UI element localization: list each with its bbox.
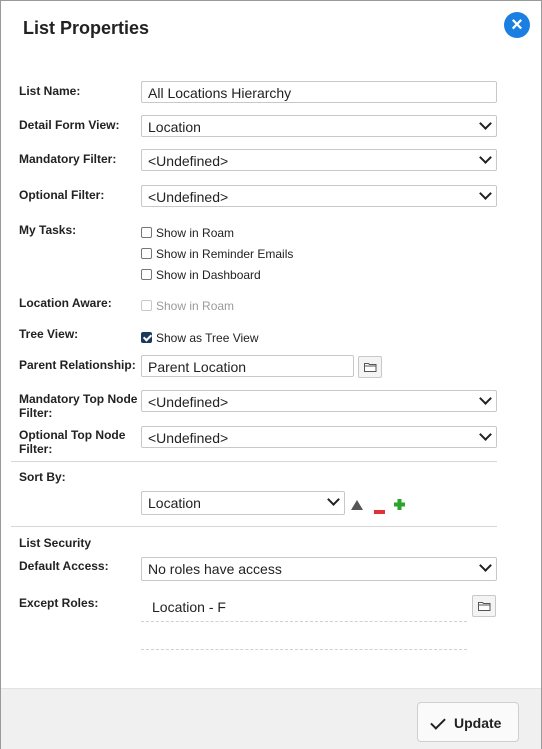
my-tasks-show-in-reminder-emails-checkbox[interactable]: Show in Reminder Emails bbox=[141, 247, 293, 261]
default-access-select[interactable]: No roles have access bbox=[141, 557, 497, 581]
detail-form-view-label: Detail Form View: bbox=[19, 118, 120, 132]
checkbox-label: Show in Roam bbox=[156, 226, 235, 240]
sort-by-value: Location bbox=[148, 495, 201, 511]
roles-list-divider bbox=[141, 649, 467, 650]
checkbox-label: Show in Dashboard bbox=[156, 268, 261, 282]
sort-by-select[interactable]: Location bbox=[141, 491, 345, 515]
checkbox-checked-icon bbox=[141, 332, 152, 343]
checkbox-icon bbox=[141, 300, 152, 311]
folder-icon bbox=[478, 602, 491, 611]
detail-form-view-value: Location bbox=[148, 119, 201, 135]
list-properties-dialog: List Properties × List Name: All Locatio… bbox=[0, 0, 542, 749]
optional-top-node-filter-value: <Undefined> bbox=[148, 430, 229, 446]
default-access-value: No roles have access bbox=[148, 561, 282, 577]
optional-filter-value: <Undefined> bbox=[148, 189, 229, 205]
add-sort-icon[interactable] bbox=[394, 497, 405, 515]
checkbox-label: Show in Reminder Emails bbox=[156, 247, 294, 261]
chevron-down-icon bbox=[479, 428, 492, 441]
except-roles-label: Except Roles: bbox=[19, 596, 99, 610]
optional-filter-label: Optional Filter: bbox=[19, 188, 105, 202]
chevron-down-icon bbox=[479, 559, 492, 572]
chevron-down-icon bbox=[479, 187, 492, 200]
parent-relationship-browse-button[interactable] bbox=[358, 356, 382, 378]
chevron-down-icon bbox=[479, 117, 492, 130]
divider bbox=[11, 461, 497, 462]
mandatory-top-node-filter-label: Mandatory Top Node Filter: bbox=[19, 392, 138, 420]
mandatory-top-node-filter-value: <Undefined> bbox=[148, 394, 229, 410]
list-security-heading: List Security bbox=[19, 536, 92, 550]
divider bbox=[11, 526, 497, 527]
close-icon[interactable]: × bbox=[504, 12, 530, 38]
parent-relationship-value: Parent Location bbox=[148, 359, 247, 375]
mandatory-filter-value: <Undefined> bbox=[148, 153, 229, 169]
update-button-label: Update bbox=[454, 715, 502, 731]
checkbox-label: Show as Tree View bbox=[156, 331, 259, 345]
checkbox-icon bbox=[141, 248, 152, 259]
checkbox-icon bbox=[141, 269, 152, 280]
chevron-down-icon bbox=[479, 392, 492, 405]
chevron-down-icon bbox=[327, 493, 340, 506]
list-name-input[interactable]: All Locations Hierarchy bbox=[141, 81, 497, 103]
checkbox-icon bbox=[141, 227, 152, 238]
optional-top-node-filter-select[interactable]: <Undefined> bbox=[141, 426, 497, 448]
update-button[interactable]: Update bbox=[417, 702, 519, 742]
list-name-label: List Name: bbox=[19, 84, 81, 98]
sort-by-label: Sort By: bbox=[19, 470, 66, 484]
optional-filter-select[interactable]: <Undefined> bbox=[141, 185, 497, 207]
checkbox-label: Show in Roam bbox=[156, 299, 235, 313]
sort-ascending-icon[interactable] bbox=[351, 497, 363, 515]
mandatory-top-node-filter-select[interactable]: <Undefined> bbox=[141, 390, 497, 412]
default-access-label: Default Access: bbox=[19, 559, 109, 573]
roles-list-divider bbox=[141, 621, 467, 622]
my-tasks-show-in-roam-checkbox[interactable]: Show in Roam bbox=[141, 226, 234, 240]
optional-top-node-filter-label: Optional Top Node Filter: bbox=[19, 428, 126, 456]
tree-view-checkbox[interactable]: Show as Tree View bbox=[141, 331, 259, 345]
except-roles-browse-button[interactable] bbox=[472, 595, 496, 617]
detail-form-view-select[interactable]: Location bbox=[141, 115, 497, 137]
folder-icon bbox=[364, 363, 377, 372]
parent-relationship-input[interactable]: Parent Location bbox=[141, 355, 354, 377]
role-item[interactable]: Location - F bbox=[152, 599, 226, 615]
list-name-value: All Locations Hierarchy bbox=[148, 85, 292, 101]
dialog-title: List Properties bbox=[23, 18, 150, 38]
tree-view-label: Tree View: bbox=[19, 327, 79, 341]
remove-sort-icon[interactable] bbox=[374, 501, 385, 519]
location-aware-show-in-roam-checkbox: Show in Roam bbox=[141, 299, 234, 313]
parent-relationship-label: Parent Relationship: bbox=[19, 358, 136, 372]
mandatory-filter-label: Mandatory Filter: bbox=[19, 152, 117, 166]
checkmark-icon bbox=[430, 714, 446, 730]
location-aware-label: Location Aware: bbox=[19, 296, 112, 310]
my-tasks-label: My Tasks: bbox=[19, 223, 77, 237]
chevron-down-icon bbox=[479, 151, 492, 164]
mandatory-filter-select[interactable]: <Undefined> bbox=[141, 149, 497, 171]
my-tasks-show-in-dashboard-checkbox[interactable]: Show in Dashboard bbox=[141, 268, 261, 282]
